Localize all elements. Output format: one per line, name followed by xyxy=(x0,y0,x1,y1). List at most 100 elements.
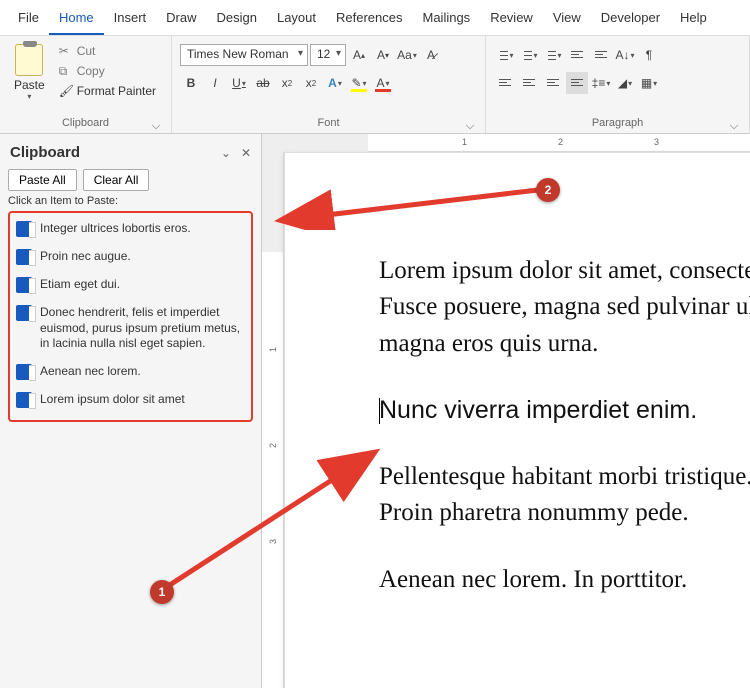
multilevel-button[interactable] xyxy=(542,44,564,66)
sort-button[interactable]: A↓ xyxy=(614,44,636,66)
highlight-button[interactable]: ✎ xyxy=(348,72,370,94)
copy-icon: ⧉ xyxy=(59,64,73,78)
paste-button[interactable]: Paste ▾ xyxy=(8,40,51,105)
menu-home[interactable]: Home xyxy=(49,4,104,35)
menubar: File Home Insert Draw Design Layout Refe… xyxy=(0,0,750,36)
pane-menu-button[interactable]: ⌄ xyxy=(221,146,231,160)
align-center-icon xyxy=(523,78,535,88)
font-family-select[interactable]: Times New Roman xyxy=(180,44,308,66)
menu-review[interactable]: Review xyxy=(480,4,543,35)
group-label-paragraph: Paragraph xyxy=(494,115,741,133)
clipboard-item[interactable]: Lorem ipsum dolor sit amet xyxy=(14,386,247,414)
paste-label: Paste xyxy=(14,78,45,92)
copy-button: ⧉ Copy xyxy=(55,62,160,80)
menu-design[interactable]: Design xyxy=(207,4,267,35)
vertical-ruler[interactable]: 1 2 3 xyxy=(262,152,284,688)
annotation-badge-2: 2 xyxy=(536,178,560,202)
highlighter-icon: ✎ xyxy=(351,76,361,90)
close-icon: ✕ xyxy=(241,146,251,160)
borders-icon: ▦ xyxy=(641,76,652,90)
bullets-button[interactable] xyxy=(494,44,516,66)
shrink-font-button[interactable]: A▾ xyxy=(372,44,394,66)
menu-layout[interactable]: Layout xyxy=(267,4,326,35)
document-page[interactable]: Lorem ipsum dolor sit amet, consectetuer… xyxy=(284,152,750,688)
menu-draw[interactable]: Draw xyxy=(156,4,206,35)
increase-indent-button[interactable] xyxy=(590,44,612,66)
text-effects-button[interactable]: A xyxy=(324,72,346,94)
paragraph: Pellentesque habitant morbi tristique. xyxy=(379,459,750,495)
spacing-icon: ‡≡ xyxy=(592,76,606,90)
multilevel-icon xyxy=(544,50,556,60)
word-icon xyxy=(16,277,32,293)
font-launcher-icon[interactable] xyxy=(466,121,474,129)
align-right-icon xyxy=(547,78,559,88)
bucket-icon: ◢ xyxy=(618,76,627,90)
numbering-button[interactable] xyxy=(518,44,540,66)
eraser-icon: A̷ xyxy=(427,48,435,62)
shading-button[interactable]: ◢ xyxy=(614,72,636,94)
paragraph-launcher-icon[interactable] xyxy=(730,121,738,129)
paragraph: magna eros quis urna. xyxy=(379,326,750,362)
strikethrough-button[interactable]: ab xyxy=(252,72,274,94)
grow-font-button[interactable]: A▴ xyxy=(348,44,370,66)
menu-developer[interactable]: Developer xyxy=(591,4,670,35)
clipboard-icon xyxy=(15,44,43,76)
clear-formatting-button[interactable]: A̷ xyxy=(420,44,442,66)
indent-icon xyxy=(595,50,607,60)
menu-file[interactable]: File xyxy=(8,4,49,35)
menu-help[interactable]: Help xyxy=(670,4,717,35)
align-left-icon xyxy=(499,78,511,88)
decrease-indent-button[interactable] xyxy=(566,44,588,66)
group-label-font: Font xyxy=(180,115,477,133)
change-case-button[interactable]: Aa xyxy=(396,44,418,66)
clipboard-launcher-icon[interactable] xyxy=(152,121,160,129)
subscript-button[interactable]: x2 xyxy=(276,72,298,94)
menu-insert[interactable]: Insert xyxy=(104,4,157,35)
clear-all-button[interactable]: Clear All xyxy=(83,169,150,191)
superscript-button[interactable]: x2 xyxy=(300,72,322,94)
brush-icon: 🖌 xyxy=(59,84,73,98)
font-size-select[interactable]: 12 xyxy=(310,44,346,66)
chevron-down-icon: ⌄ xyxy=(221,146,231,160)
clipboard-item[interactable]: Donec hendrerit, felis et imperdiet euis… xyxy=(14,299,247,358)
italic-button[interactable]: I xyxy=(204,72,226,94)
paste-all-button[interactable]: Paste All xyxy=(8,169,77,191)
font-color-button[interactable]: A xyxy=(372,72,394,94)
document-area: 1 2 3 1 2 3 Lorem ipsum dolor sit amet, … xyxy=(262,134,750,688)
justify-icon xyxy=(571,78,583,88)
clipboard-item[interactable]: Integer ultrices lobortis eros. xyxy=(14,215,247,243)
menu-mailings[interactable]: Mailings xyxy=(413,4,481,35)
show-marks-button[interactable]: ¶ xyxy=(638,44,660,66)
format-painter-button[interactable]: 🖌 Format Painter xyxy=(55,82,160,100)
paragraph: Aenean nec lorem. In porttitor. xyxy=(379,562,750,598)
paragraph: Fusce posuere, magna sed pulvinar ultric… xyxy=(379,289,750,325)
clipboard-item[interactable]: Aenean nec lorem. xyxy=(14,358,247,386)
paragraph: Proin pharetra nonummy pede. xyxy=(379,495,750,531)
pane-hint: Click an Item to Paste: xyxy=(8,195,253,207)
align-right-button[interactable] xyxy=(542,72,564,94)
group-label-clipboard: Clipboard xyxy=(8,115,163,133)
justify-button[interactable] xyxy=(566,72,588,94)
underline-button[interactable]: U xyxy=(228,72,250,94)
clipboard-item[interactable]: Etiam eget dui. xyxy=(14,271,247,299)
pane-close-button[interactable]: ✕ xyxy=(241,146,251,160)
word-icon xyxy=(16,249,32,265)
horizontal-ruler[interactable]: 1 2 3 xyxy=(262,134,750,152)
word-icon xyxy=(16,305,32,321)
clipboard-item[interactable]: Proin nec augue. xyxy=(14,243,247,271)
menu-view[interactable]: View xyxy=(543,4,591,35)
borders-button[interactable]: ▦ xyxy=(638,72,660,94)
outdent-icon xyxy=(571,50,583,60)
line-spacing-button[interactable]: ‡≡ xyxy=(590,72,612,94)
bold-button[interactable]: B xyxy=(180,72,202,94)
paragraph: Lorem ipsum dolor sit amet, consectetuer… xyxy=(379,253,750,289)
word-icon xyxy=(16,364,32,380)
paragraph: Nunc viverra imperdiet enim. xyxy=(379,392,750,429)
menu-references[interactable]: References xyxy=(326,4,412,35)
align-left-button[interactable] xyxy=(494,72,516,94)
cut-button: ✂ Cut xyxy=(55,42,160,60)
numbering-icon xyxy=(520,50,532,60)
align-center-button[interactable] xyxy=(518,72,540,94)
scissors-icon: ✂ xyxy=(59,44,73,58)
sort-icon: A↓ xyxy=(615,48,629,62)
